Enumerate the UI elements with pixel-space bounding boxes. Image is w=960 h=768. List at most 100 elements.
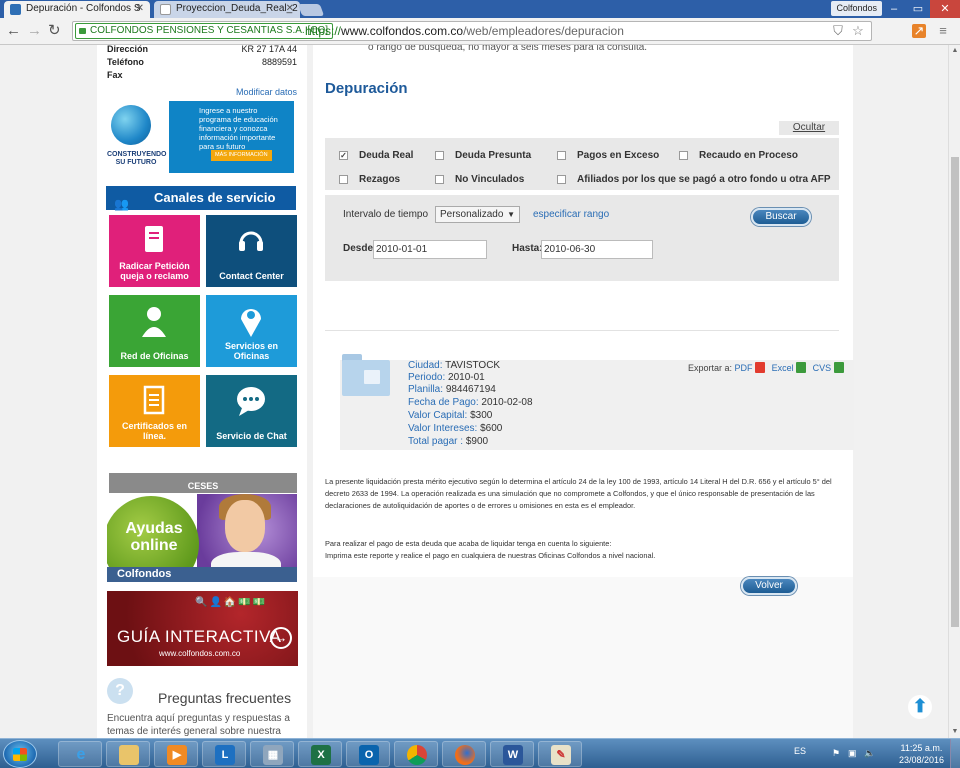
calculator-taskbar-button[interactable]: ▦ <box>250 741 294 767</box>
file-explorer-taskbar-button[interactable] <box>106 741 150 767</box>
colfondos-favicon-icon <box>10 4 21 15</box>
cvs-file-icon[interactable] <box>833 362 844 373</box>
minimize-icon[interactable]: – <box>882 0 906 18</box>
close-tab-icon[interactable]: ✕ <box>136 1 144 17</box>
reload-icon[interactable]: ↻ <box>48 22 61 40</box>
filter-no-vinculados[interactable]: No Vinculados <box>435 174 524 186</box>
checkbox[interactable] <box>435 175 444 184</box>
result-row: Ciudad: TAVISTOCK <box>408 360 500 372</box>
ceses-banner[interactable]: CESES <box>109 473 297 493</box>
close-tab-icon[interactable]: ✕ <box>286 1 294 17</box>
result-row: Valor Capital: $300 <box>408 410 492 422</box>
export-cvs-link[interactable]: CVS <box>813 363 832 373</box>
export-pdf-link[interactable]: PDF <box>735 363 753 373</box>
filter-deuda-presunta[interactable]: Deuda Presunta <box>435 150 531 162</box>
language-indicator[interactable]: ES <box>794 746 806 756</box>
volume-icon[interactable]: 🔈 <box>864 748 875 758</box>
search-button[interactable]: Buscar <box>751 208 811 226</box>
flag-notification-icon[interactable]: ⚑ <box>832 748 842 758</box>
start-button[interactable] <box>3 740 37 768</box>
tab-proyeccion[interactable]: Proyeccion_Deuda_Real_2 ✕ <box>154 1 300 18</box>
filter-deuda-real[interactable]: ✓ Deuda Real <box>339 150 413 162</box>
modify-data-link[interactable]: Modificar datos <box>236 87 297 97</box>
export-excel-link[interactable]: Excel <box>772 363 794 373</box>
faq-text: Encuentra aquí preguntas y respuestas a … <box>107 713 290 737</box>
petition-tile[interactable]: Radicar Petición queja o reclamo <box>109 215 200 287</box>
ev-certificate-badge[interactable]: COLFONDOS PENSIONES Y CESANTIAS S.A. [CO… <box>75 23 334 39</box>
filter-otro-fondo[interactable]: Afiliados por los que se pagó a otro fon… <box>557 174 831 186</box>
office-services-tile[interactable]: Servicios en Oficinas <box>206 295 297 367</box>
excel-file-icon[interactable] <box>796 362 807 373</box>
internet-explorer-taskbar-button[interactable]: e <box>58 741 102 767</box>
online-help-banner[interactable]: Ayudas online Colfondos <box>107 494 297 582</box>
checkbox[interactable] <box>557 151 566 160</box>
woman-photo-face <box>225 500 265 552</box>
menu-icon[interactable]: ≡ <box>936 24 950 38</box>
result-row: Fecha de Pago: 2010-02-08 <box>408 397 533 409</box>
window-close-icon[interactable]: ✕ <box>930 0 960 18</box>
back-button[interactable]: Volver <box>741 577 797 595</box>
filter-pagos-exceso[interactable]: Pagos en Exceso <box>557 150 659 162</box>
new-tab-button[interactable] <box>297 4 325 16</box>
bookmark-star-icon[interactable]: ☆ <box>851 24 865 38</box>
checkbox[interactable] <box>339 175 348 184</box>
scroll-down-arrow-icon[interactable]: ▼ <box>950 727 960 737</box>
certificates-tile[interactable]: Certificados en línea. <box>109 375 200 447</box>
specify-range-link[interactable]: especificar rango <box>533 209 609 220</box>
back-arrow-icon[interactable]: ← <box>6 22 21 40</box>
chrome-taskbar-button[interactable] <box>394 741 438 767</box>
lync-taskbar-button[interactable]: L <box>202 741 246 767</box>
excel-taskbar-button[interactable]: X <box>298 741 342 767</box>
word-taskbar-button[interactable]: W <box>490 741 534 767</box>
service-channels-header: 👥 Canales de servicio <box>106 186 296 211</box>
scroll-to-top-icon[interactable]: ⬆ <box>908 695 932 719</box>
financial-education-banner[interactable]: CONSTRUYENDO SU FUTURO Ingrese a nuestro… <box>107 101 294 173</box>
network-icon[interactable]: ▣ <box>848 748 858 758</box>
tab-title: Proyeccion_Deuda_Real_2 <box>176 3 298 14</box>
profile-button[interactable]: Colfondos <box>831 1 882 16</box>
paint-taskbar-button[interactable]: ✎ <box>538 741 582 767</box>
faq-title[interactable]: Preguntas frecuentes <box>158 690 291 706</box>
maximize-icon[interactable]: ▭ <box>906 0 930 18</box>
tab-depuracion[interactable]: Depuración - Colfondos S ✕ <box>4 1 150 18</box>
page-scrollbar[interactable]: ▲ ▼ <box>948 45 960 738</box>
checkbox[interactable] <box>557 175 566 184</box>
more-info-button[interactable]: MÁS INFORMACIÓN <box>211 150 272 161</box>
from-date-input[interactable]: 2010-01-01 <box>373 240 487 259</box>
firefox-taskbar-button[interactable] <box>442 741 486 767</box>
outlook-taskbar-button[interactable]: O <box>346 741 390 767</box>
banner-text-panel: Ingrese a nuestro programa de educación … <box>169 101 294 173</box>
address-bar[interactable]: COLFONDOS PENSIONES Y CESANTIAS S.A. [CO… <box>72 21 872 41</box>
contact-center-tile[interactable]: Contact Center <box>206 215 297 287</box>
filter-recaudo-proceso[interactable]: Recaudo en Proceso <box>679 150 798 162</box>
certificate-document-icon <box>143 385 165 415</box>
interactive-guide-banner[interactable]: 🔍👤🏠💵💵 GUÍA INTERACTIVA www.colfondos.com… <box>107 591 298 666</box>
tab-title: Depuración - Colfondos S <box>26 3 141 14</box>
chrome-icon <box>407 745 427 765</box>
scrollbar-thumb[interactable] <box>951 157 959 627</box>
scroll-up-arrow-icon[interactable]: ▲ <box>950 46 960 56</box>
extension-chart-icon[interactable]: ↗ <box>912 24 926 38</box>
tile-label: Servicios en Oficinas <box>224 341 279 361</box>
checkbox[interactable] <box>679 151 688 160</box>
checkbox-checked[interactable]: ✓ <box>339 151 348 160</box>
forward-arrow-icon[interactable]: → <box>27 22 42 40</box>
chat-service-tile[interactable]: Servicio de Chat <box>206 375 297 447</box>
shield-icon[interactable]: ⛉ <box>831 24 845 38</box>
hide-filters-link[interactable]: Ocultar <box>779 121 839 135</box>
office-network-tile[interactable]: Red de Oficinas <box>109 295 200 367</box>
browser-toolbar: ← → ↻ COLFONDOS PENSIONES Y CESANTIAS S.… <box>0 18 960 45</box>
media-player-taskbar-button[interactable]: ▶ <box>154 741 198 767</box>
interval-selected-value: Personalizado <box>440 209 504 220</box>
to-date-input[interactable]: 2010-06-30 <box>541 240 653 259</box>
pdf-file-icon[interactable] <box>755 362 766 373</box>
filter-label: Rezagos <box>359 174 401 185</box>
show-desktop-button[interactable] <box>950 739 960 768</box>
filter-rezagos[interactable]: Rezagos <box>339 174 400 186</box>
interval-select[interactable]: Personalizado ▼ <box>435 206 520 223</box>
guide-icons: 🔍👤🏠💵💵 <box>195 597 268 608</box>
interactive-guide-url: www.colfondos.com.co <box>159 649 241 658</box>
checkbox[interactable] <box>435 151 444 160</box>
info-row-address: Dirección KR 27 17A 44 <box>107 45 297 55</box>
clock[interactable]: 11:25 a.m. 23/08/2016 <box>899 742 944 766</box>
